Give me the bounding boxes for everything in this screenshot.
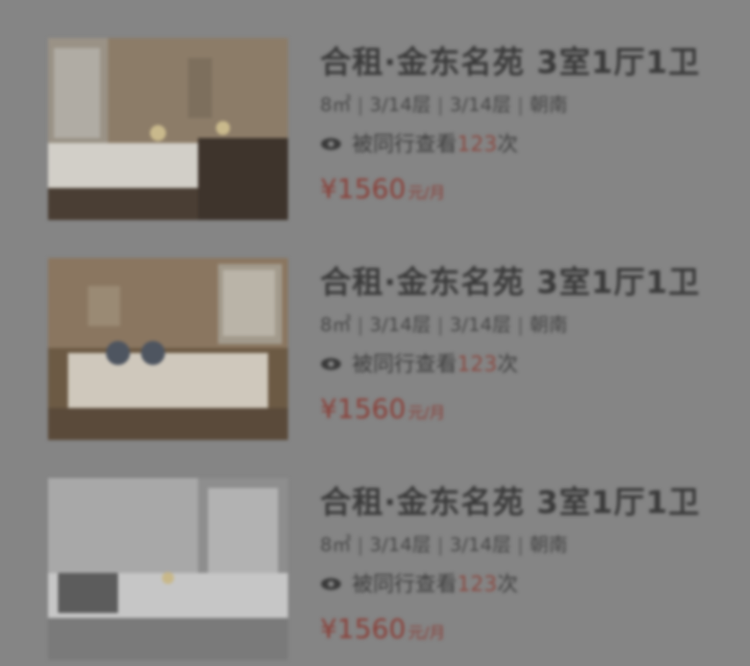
listing-title[interactable]: 合租·金东名苑 3室1厅1卫 — [320, 264, 710, 302]
floor-text: 3/14层 — [449, 534, 512, 556]
views-prefix: 被同行查看 — [352, 572, 457, 596]
floor-text: 3/14层 — [369, 94, 432, 116]
eye-icon — [321, 138, 341, 150]
views-suffix: 次 — [497, 572, 519, 596]
floor-text: 3/14层 — [449, 314, 512, 336]
views-prefix: 被同行查看 — [352, 352, 457, 376]
listing-card[interactable]: 合租·金东名苑 3室1厅1卫 8㎡ | 3/14层 | 3/14层 | 朝南 被同行查看 12… — [48, 258, 710, 478]
divider: | — [357, 94, 364, 116]
view-count-row: 被同行查看 123 次 — [320, 130, 710, 158]
area-text: 8㎡ — [320, 314, 352, 336]
listing-price: ¥1560 元/月 — [320, 394, 710, 429]
price-value: ¥1560 — [320, 614, 406, 645]
divider: | — [517, 94, 524, 116]
divider: | — [357, 534, 364, 556]
views-suffix: 次 — [497, 352, 519, 376]
divider: | — [517, 534, 524, 556]
divider: | — [437, 534, 444, 556]
bedroom-photo-icon — [48, 38, 288, 220]
price-unit: 元/月 — [407, 623, 446, 642]
floor-text: 3/14层 — [369, 314, 432, 336]
price-unit: 元/月 — [407, 183, 446, 202]
orientation-text: 朝南 — [529, 94, 568, 116]
views-prefix: 被同行查看 — [352, 132, 457, 156]
orientation-text: 朝南 — [529, 314, 568, 336]
eye-icon — [321, 578, 341, 590]
listing-title[interactable]: 合租·金东名苑 3室1厅1卫 — [320, 44, 710, 82]
area-text: 8㎡ — [320, 534, 352, 556]
views-count: 123 — [457, 132, 498, 156]
bedroom-photo-icon — [48, 258, 288, 440]
floor-text: 3/14层 — [449, 94, 512, 116]
listing-card[interactable]: 合租·金东名苑 3室1厅1卫 8㎡ | 3/14层 | 3/14层 | 朝南 被同行查看 12… — [48, 478, 710, 666]
listing-photo[interactable] — [48, 38, 288, 220]
views-count: 123 — [457, 352, 498, 376]
view-count-row: 被同行查看 123 次 — [320, 350, 710, 378]
listing-meta: 8㎡ | 3/14层 | 3/14层 | 朝南 — [320, 92, 710, 118]
listing-meta: 8㎡ | 3/14层 | 3/14层 | 朝南 — [320, 532, 710, 558]
divider: | — [437, 314, 444, 336]
listing-card[interactable]: 合租·金东名苑 3室1厅1卫 8㎡ | 3/14层 | 3/14层 | 朝南 被同行查看 12… — [48, 38, 710, 258]
listing-info: 合租·金东名苑 3室1厅1卫 8㎡ | 3/14层 | 3/14层 | 朝南 被同行查看 12… — [320, 38, 710, 209]
view-count-row: 被同行查看 123 次 — [320, 570, 710, 598]
listing-list: 合租·金东名苑 3室1厅1卫 8㎡ | 3/14层 | 3/14层 | 朝南 被同行查看 12… — [48, 38, 710, 666]
floor-text: 3/14层 — [369, 534, 432, 556]
listing-meta: 8㎡ | 3/14层 | 3/14层 | 朝南 — [320, 312, 710, 338]
listing-page: 合租·金东名苑 3室1厅1卫 8㎡ | 3/14层 | 3/14层 | 朝南 被同行查看 12… — [0, 0, 750, 666]
listing-info: 合租·金东名苑 3室1厅1卫 8㎡ | 3/14层 | 3/14层 | 朝南 被同行查看 12… — [320, 258, 710, 429]
price-value: ¥1560 — [320, 174, 406, 205]
eye-icon — [321, 358, 341, 370]
area-text: 8㎡ — [320, 94, 352, 116]
listing-photo[interactable] — [48, 258, 288, 440]
listing-info: 合租·金东名苑 3室1厅1卫 8㎡ | 3/14层 | 3/14层 | 朝南 被同行查看 12… — [320, 478, 710, 649]
listing-price: ¥1560 元/月 — [320, 174, 710, 209]
bedroom-photo-icon — [48, 478, 288, 660]
listing-title[interactable]: 合租·金东名苑 3室1厅1卫 — [320, 484, 710, 522]
divider: | — [357, 314, 364, 336]
price-unit: 元/月 — [407, 403, 446, 422]
divider: | — [437, 94, 444, 116]
divider: | — [517, 314, 524, 336]
views-count: 123 — [457, 572, 498, 596]
listing-price: ¥1560 元/月 — [320, 614, 710, 649]
orientation-text: 朝南 — [529, 534, 568, 556]
price-value: ¥1560 — [320, 394, 406, 425]
listing-photo[interactable] — [48, 478, 288, 660]
views-suffix: 次 — [497, 132, 519, 156]
